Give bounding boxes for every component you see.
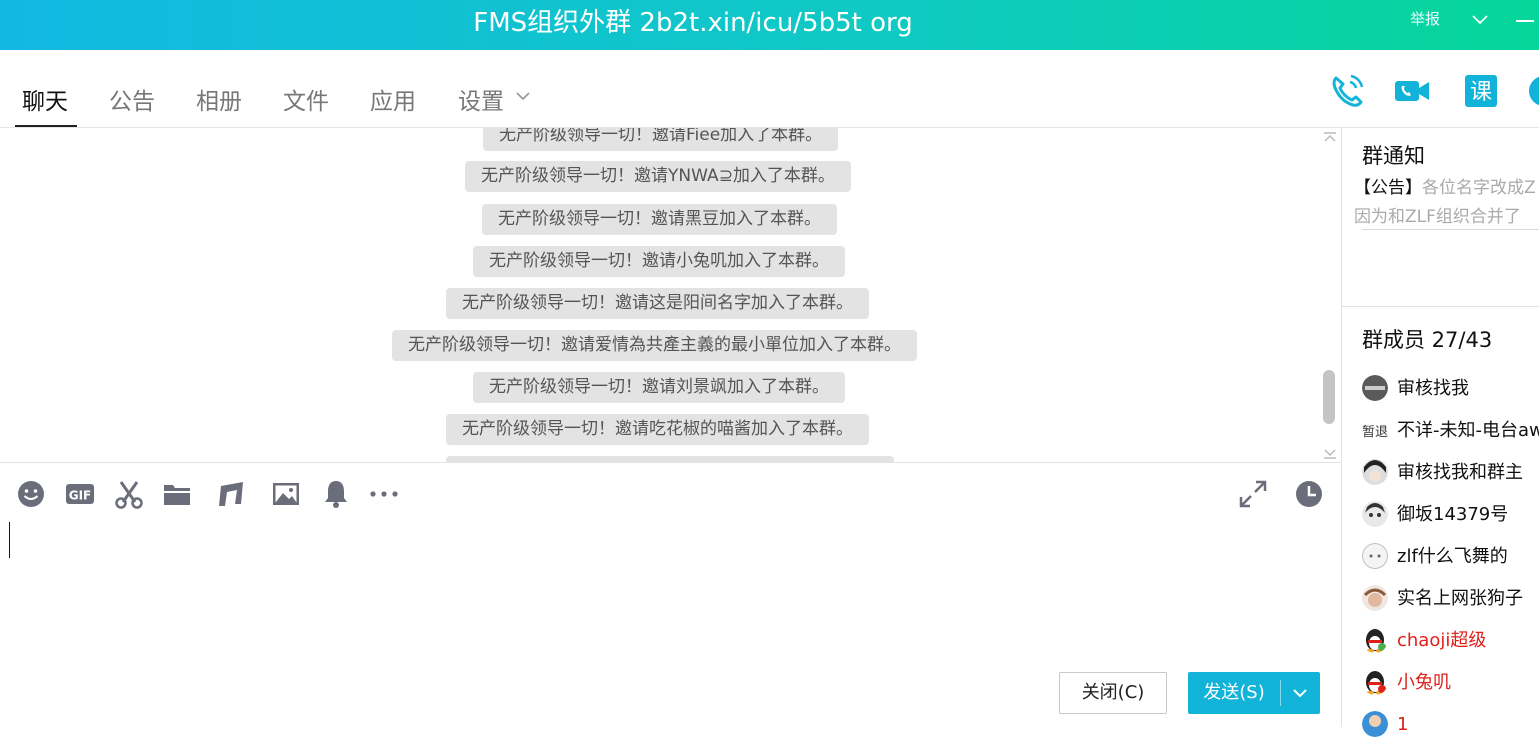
- member-name: 审核找我和群主: [1397, 462, 1523, 483]
- notice-line2: 因为和ZLF组织合并了: [1354, 207, 1521, 227]
- member-status-tag: 暂退: [1362, 425, 1389, 440]
- member-name: 御坂14379号: [1397, 504, 1509, 525]
- member-item[interactable]: 1: [1362, 711, 1539, 739]
- member-name: 不详-未知-电台aw: [1397, 420, 1539, 441]
- system-message: 无产阶级领导一切！邀请小兔叽加入了本群。: [473, 246, 845, 277]
- system-message: 无产阶级领导一切！邀请黑豆加入了本群。: [482, 204, 837, 235]
- emoji-icon[interactable]: [15, 478, 47, 510]
- tab-announcements[interactable]: 公告: [109, 82, 155, 116]
- send-button[interactable]: 发送(S): [1188, 672, 1320, 714]
- send-button-label: 发送(S): [1203, 682, 1265, 703]
- tab-files[interactable]: 文件: [283, 82, 329, 116]
- tab-chat[interactable]: 聊天: [22, 82, 68, 116]
- avatar: [1362, 501, 1388, 527]
- more-apps-icon[interactable]: [1525, 72, 1539, 110]
- notice-tag: 【公告】: [1354, 178, 1422, 198]
- video-call-icon[interactable]: [1393, 72, 1431, 110]
- system-message: 无产阶级领导一切！邀请YNWA⊇加入了本群。: [465, 161, 851, 192]
- member-item[interactable]: zlf什么飞舞的: [1362, 543, 1539, 571]
- member-item[interactable]: 审核找我和群主: [1362, 459, 1539, 487]
- member-name: zlf什么飞舞的: [1397, 546, 1508, 567]
- qq-penguin-avatar: [1366, 671, 1386, 695]
- more-options-icon[interactable]: [368, 478, 400, 510]
- input-divider: [0, 462, 1341, 463]
- folder-icon[interactable]: [161, 478, 193, 510]
- chat-scrollbar-thumb[interactable]: [1323, 370, 1335, 424]
- send-button-separator: [1280, 680, 1281, 706]
- group-notice-body[interactable]: 【公告】各位名字改成Z 因为和ZLF组织合并了: [1354, 174, 1539, 232]
- member-name: chaoji超级: [1397, 630, 1487, 651]
- scissors-icon[interactable]: [113, 478, 145, 510]
- member-item[interactable]: 实名上网张狗子: [1362, 585, 1539, 613]
- window-title: FMS组织外群 2b2t.xin/icu/5b5t org: [473, 8, 913, 38]
- members-title: 群成员 27/43: [1362, 328, 1493, 352]
- member-name: 小兔叽: [1397, 672, 1451, 693]
- avatar: [1362, 711, 1388, 737]
- member-item[interactable]: 暂退 不详-未知-电台aw: [1362, 417, 1539, 445]
- class-icon[interactable]: 课: [1462, 72, 1500, 110]
- group-notice-title: 群通知: [1362, 144, 1425, 168]
- chat-history[interactable]: 无产阶级领导一切！邀请Fiee加入了本群。 无产阶级领导一切！邀请YNWA⊇加入…: [0, 128, 1340, 463]
- tab-apps[interactable]: 应用: [370, 82, 416, 116]
- tab-album[interactable]: 相册: [196, 82, 242, 116]
- chevron-down-icon[interactable]: [1470, 10, 1490, 30]
- member-name: 实名上网张狗子: [1397, 588, 1523, 609]
- active-tab-indicator: [15, 125, 77, 127]
- expand-icon[interactable]: [1237, 478, 1269, 510]
- history-clock-icon[interactable]: [1293, 478, 1325, 510]
- notice-line1: 各位名字改成Z: [1422, 178, 1536, 198]
- member-item[interactable]: 审核找我: [1362, 375, 1539, 403]
- image-icon[interactable]: [270, 478, 302, 510]
- music-icon[interactable]: [215, 478, 247, 510]
- chevron-down-icon[interactable]: [1290, 685, 1310, 701]
- tab-settings[interactable]: 设置: [458, 82, 504, 116]
- chevron-down-icon[interactable]: [514, 89, 532, 103]
- gif-icon[interactable]: GIF: [64, 478, 96, 510]
- member-item[interactable]: 小兔叽: [1362, 669, 1539, 697]
- close-button[interactable]: 关闭(C): [1059, 672, 1167, 714]
- scroll-to-top-icon[interactable]: [1322, 130, 1338, 146]
- scroll-to-bottom-icon[interactable]: [1322, 445, 1338, 461]
- svg-text:课: 课: [1470, 80, 1492, 105]
- qq-penguin-avatar: [1366, 629, 1386, 653]
- phone-call-icon[interactable]: [1328, 72, 1366, 110]
- system-message: 无产阶级领导一切！邀请爱情為共產主義的最小單位加入了本群。: [392, 330, 917, 361]
- message-input[interactable]: [9, 522, 10, 558]
- minimize-button[interactable]: [1516, 20, 1534, 22]
- report-link[interactable]: 举报: [1410, 8, 1440, 29]
- bell-icon[interactable]: [320, 478, 352, 510]
- panel-divider: [1342, 306, 1539, 307]
- sidebar-divider: [1341, 128, 1342, 727]
- avatar: [1362, 375, 1388, 401]
- system-message: 无产阶级领导一切！邀请吃花椒的喵酱加入了本群。: [446, 414, 869, 445]
- notice-underline: [1362, 229, 1539, 230]
- system-message: 无产阶级领导一切！邀请这是阳间名字加入了本群。: [446, 288, 869, 319]
- avatar: [1362, 459, 1388, 485]
- member-name: 1: [1397, 714, 1409, 735]
- system-message: 无产阶级领导一切！邀请Fiee加入了本群。: [483, 128, 839, 151]
- system-message: 无产阶级领导一切！邀请刘景飒加入了本群。: [473, 372, 845, 403]
- svg-text:GIF: GIF: [69, 489, 92, 503]
- member-item[interactable]: chaoji超级: [1362, 627, 1539, 655]
- member-item[interactable]: 御坂14379号: [1362, 501, 1539, 529]
- member-name: 审核找我: [1397, 378, 1469, 399]
- avatar: [1362, 543, 1388, 569]
- avatar: [1362, 585, 1388, 611]
